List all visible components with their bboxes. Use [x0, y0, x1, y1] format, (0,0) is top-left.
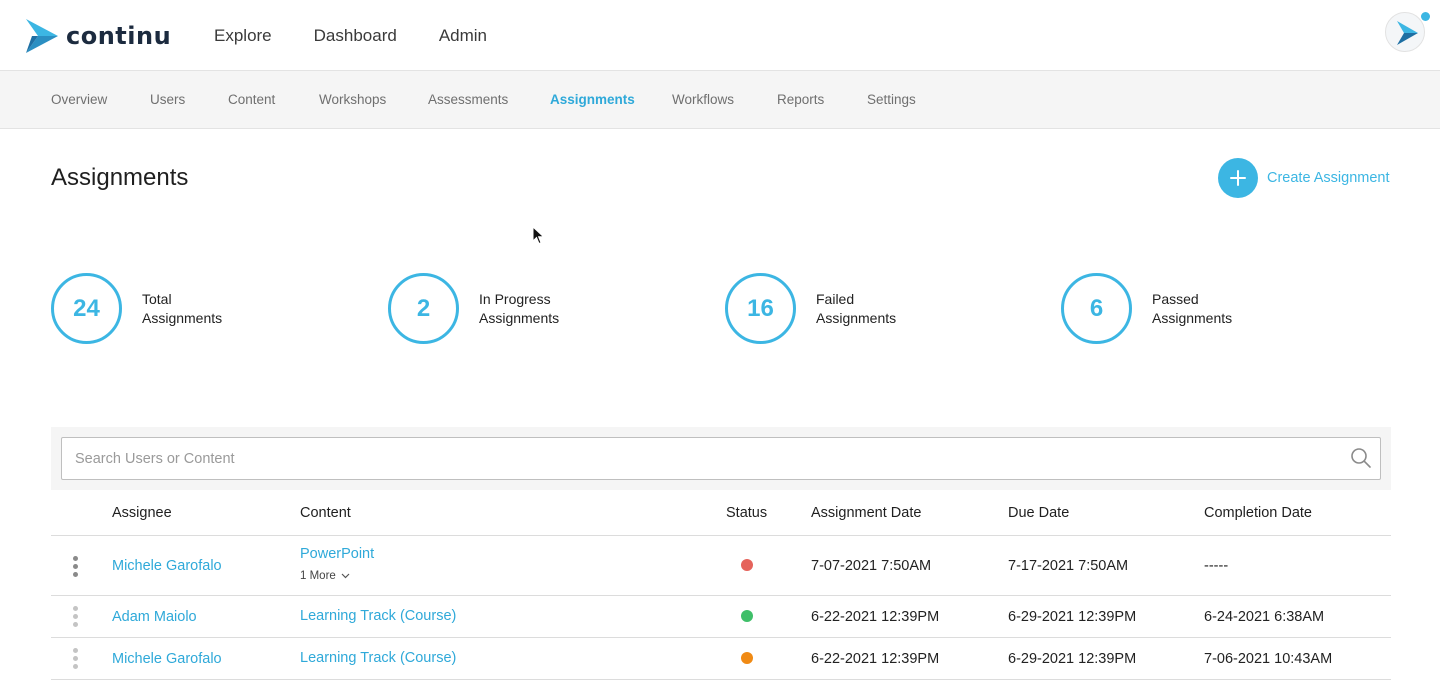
stat-label-line2: Assignments [479, 309, 560, 326]
avatar-logo-icon [1397, 21, 1418, 45]
assignee-link[interactable]: Adam Maiolo [112, 609, 197, 625]
stat-value: 2 [388, 273, 459, 344]
stat-label: Passed Assignments [1152, 290, 1292, 328]
tab-workflows[interactable]: Workflows [672, 92, 734, 107]
completion-date: ----- [1204, 558, 1229, 574]
create-assignment-label[interactable]: Create Assignment [1267, 170, 1390, 186]
search-box [61, 437, 1381, 480]
stat-label: In Progress Assignments [479, 290, 619, 328]
table-row: Michele Garofalo PowerPoint 1 More 7-07-… [51, 536, 1391, 596]
page-title: Assignments [51, 164, 189, 191]
content-link[interactable]: PowerPoint [300, 546, 374, 562]
top-header: continu Explore Dashboard Admin [0, 0, 1440, 71]
header-content[interactable]: Content [300, 505, 351, 521]
status-indicator [741, 652, 753, 664]
stat-label-line1: Failed [816, 290, 855, 307]
user-avatar[interactable] [1385, 12, 1425, 52]
due-date: 7-17-2021 7:50AM [1008, 558, 1129, 574]
assignment-date: 6-22-2021 12:39PM [811, 609, 940, 625]
search-bar-container [51, 427, 1391, 490]
stat-label: Failed Assignments [816, 290, 956, 328]
stat-label: Total Assignments [142, 290, 282, 328]
header-assignee[interactable]: Assignee [112, 505, 172, 521]
tab-settings[interactable]: Settings [867, 92, 916, 107]
brand-name: continu [66, 22, 172, 50]
row-actions-icon[interactable] [71, 556, 79, 577]
mouse-cursor-icon [532, 226, 545, 245]
stat-passed-assignments: 6 Passed Assignments [1061, 273, 1292, 344]
tab-overview[interactable]: Overview [51, 92, 107, 107]
stat-value: 24 [51, 273, 122, 344]
table-row: Michele Garofalo Learning Track (Course)… [51, 638, 1391, 680]
tab-content[interactable]: Content [228, 92, 275, 107]
table-row: Adam Maiolo Learning Track (Course) 6-22… [51, 596, 1391, 638]
completion-date: 7-06-2021 10:43AM [1204, 651, 1333, 667]
due-date: 6-29-2021 12:39PM [1008, 651, 1137, 667]
more-content-toggle[interactable]: 1 More [300, 570, 350, 582]
status-indicator [741, 559, 753, 571]
stat-failed-assignments: 16 Failed Assignments [725, 273, 956, 344]
header-completion-date[interactable]: Completion Date [1204, 505, 1312, 521]
row-actions-icon[interactable] [71, 648, 79, 669]
stat-label-line1: Total [142, 290, 172, 307]
tab-assessments[interactable]: Assessments [428, 92, 508, 107]
top-nav: Explore Dashboard Admin [214, 26, 529, 46]
stat-value: 16 [725, 273, 796, 344]
stat-label-line2: Assignments [142, 309, 223, 326]
stat-label-line2: Assignments [816, 309, 897, 326]
due-date: 6-29-2021 12:39PM [1008, 609, 1137, 625]
assignee-link[interactable]: Michele Garofalo [112, 558, 222, 574]
row-actions-icon[interactable] [71, 606, 79, 627]
assignment-date: 7-07-2021 7:50AM [811, 558, 932, 574]
chevron-down-icon [341, 573, 350, 579]
nav-dashboard[interactable]: Dashboard [314, 26, 397, 46]
stat-in-progress-assignments: 2 In Progress Assignments [388, 273, 619, 344]
search-input[interactable] [62, 438, 1332, 479]
status-indicator [741, 610, 753, 622]
more-content-label: 1 More [300, 570, 336, 582]
content-link[interactable]: Learning Track (Course) [300, 608, 456, 624]
tab-workshops[interactable]: Workshops [319, 92, 386, 107]
completion-date: 6-24-2021 6:38AM [1204, 609, 1325, 625]
header-assignment-date[interactable]: Assignment Date [811, 505, 921, 521]
table-header: Assignee Content Status Assignment Date … [51, 491, 1391, 536]
header-due-date[interactable]: Due Date [1008, 505, 1069, 521]
stat-label-line1: In Progress [479, 290, 551, 307]
search-icon[interactable] [1350, 447, 1372, 469]
nav-explore[interactable]: Explore [214, 26, 272, 46]
plus-icon[interactable] [1218, 158, 1258, 198]
stat-label-line1: Passed [1152, 290, 1199, 307]
stat-value: 6 [1061, 273, 1132, 344]
assignment-date: 6-22-2021 12:39PM [811, 651, 940, 667]
nav-admin[interactable]: Admin [439, 26, 487, 46]
tab-reports[interactable]: Reports [777, 92, 824, 107]
stat-label-line2: Assignments [1152, 309, 1233, 326]
assignee-link[interactable]: Michele Garofalo [112, 651, 222, 667]
tab-assignments[interactable]: Assignments [550, 92, 635, 107]
tab-users[interactable]: Users [150, 92, 185, 107]
continu-logo-icon [26, 19, 58, 53]
header-status[interactable]: Status [726, 505, 767, 521]
notification-dot [1421, 12, 1430, 21]
content-link[interactable]: Learning Track (Course) [300, 650, 456, 666]
stat-total-assignments: 24 Total Assignments [51, 273, 282, 344]
create-assignment-button[interactable]: Create Assignment [1218, 158, 1390, 198]
brand-logo[interactable]: continu [26, 19, 171, 53]
admin-subnav: Overview Users Content Workshops Assessm… [0, 71, 1440, 129]
